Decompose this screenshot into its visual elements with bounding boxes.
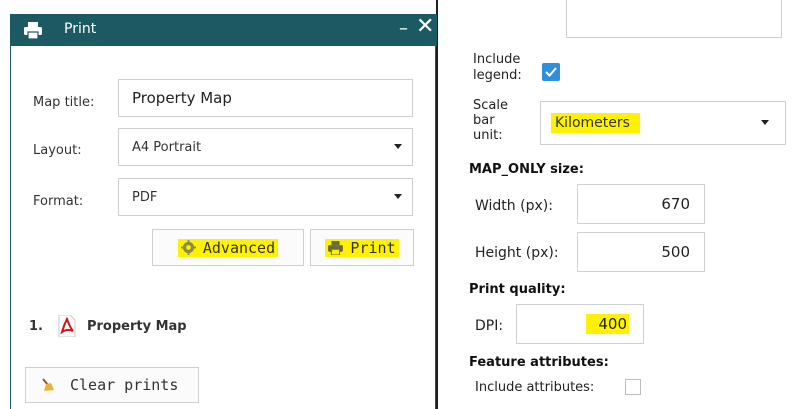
dialog-title: Print: [64, 21, 97, 37]
broom-icon: [42, 378, 54, 391]
dpi-label: DPI:: [475, 318, 504, 334]
format-select-value: PDF: [132, 189, 158, 205]
advanced-button-label: Advanced: [202, 238, 276, 257]
dpi-input[interactable]: 400: [516, 304, 644, 344]
height-input[interactable]: 500: [577, 232, 705, 272]
clear-prints-label: Clear prints: [70, 376, 179, 394]
scale-bar-unit-label: Scale bar unit:: [473, 98, 508, 143]
print-button[interactable]: Print: [310, 229, 414, 266]
map-only-size-heading: MAP_ONLY size:: [469, 162, 584, 177]
print-button-label: Print: [350, 238, 396, 257]
pdf-icon: [58, 315, 76, 337]
print-quality-heading: Print quality:: [469, 282, 566, 297]
width-label: Width (px):: [475, 198, 553, 214]
advanced-options-panel: Include legend: Scale bar unit: Kilomete…: [438, 0, 806, 409]
advanced-button[interactable]: Advanced: [152, 229, 304, 266]
print-result-item[interactable]: 1. Property Map: [29, 314, 329, 338]
print-dialog-titlebar: Print – ✕: [10, 14, 437, 46]
result-number: 1.: [29, 318, 43, 334]
include-attributes-checkbox[interactable]: [625, 379, 641, 395]
printer-icon: [328, 240, 344, 255]
gear-icon: [180, 240, 196, 255]
width-input[interactable]: 670: [577, 184, 705, 224]
map-title-input[interactable]: Property Map: [118, 79, 413, 117]
result-title-link[interactable]: Property Map: [87, 319, 187, 334]
scale-bar-unit-select[interactable]: Kilometers: [540, 101, 786, 145]
feature-attributes-heading: Feature attributes:: [469, 355, 609, 370]
format-select[interactable]: PDF: [118, 178, 413, 216]
map-title-label: Map title:: [33, 95, 95, 110]
chevron-down-icon: [394, 194, 402, 199]
layout-select[interactable]: A4 Portrait: [118, 128, 413, 166]
minimize-icon[interactable]: –: [399, 20, 408, 38]
checkmark-icon: [545, 67, 557, 77]
cropped-input-field[interactable]: [566, 0, 782, 38]
layout-select-value: A4 Portrait: [132, 139, 202, 155]
printer-icon: [24, 22, 42, 39]
clear-prints-button[interactable]: Clear prints: [25, 367, 199, 403]
include-legend-checkbox[interactable]: [542, 63, 560, 81]
scale-bar-unit-value: Kilometers: [551, 113, 640, 133]
include-attributes-label: Include attributes:: [475, 380, 595, 395]
include-legend-label: Include legend:: [473, 52, 522, 83]
close-icon[interactable]: ✕: [416, 16, 434, 38]
chevron-down-icon: [761, 120, 769, 125]
format-label: Format:: [33, 194, 84, 209]
height-label: Height (px):: [475, 245, 559, 261]
chevron-down-icon: [394, 144, 402, 149]
dpi-value: 400: [586, 314, 629, 334]
print-dialog-panel: Print – ✕ Map title: Property Map Layout…: [0, 0, 438, 409]
print-dialog-body: Map title: Property Map Layout: A4 Portr…: [10, 46, 436, 409]
layout-label: Layout:: [33, 143, 82, 158]
